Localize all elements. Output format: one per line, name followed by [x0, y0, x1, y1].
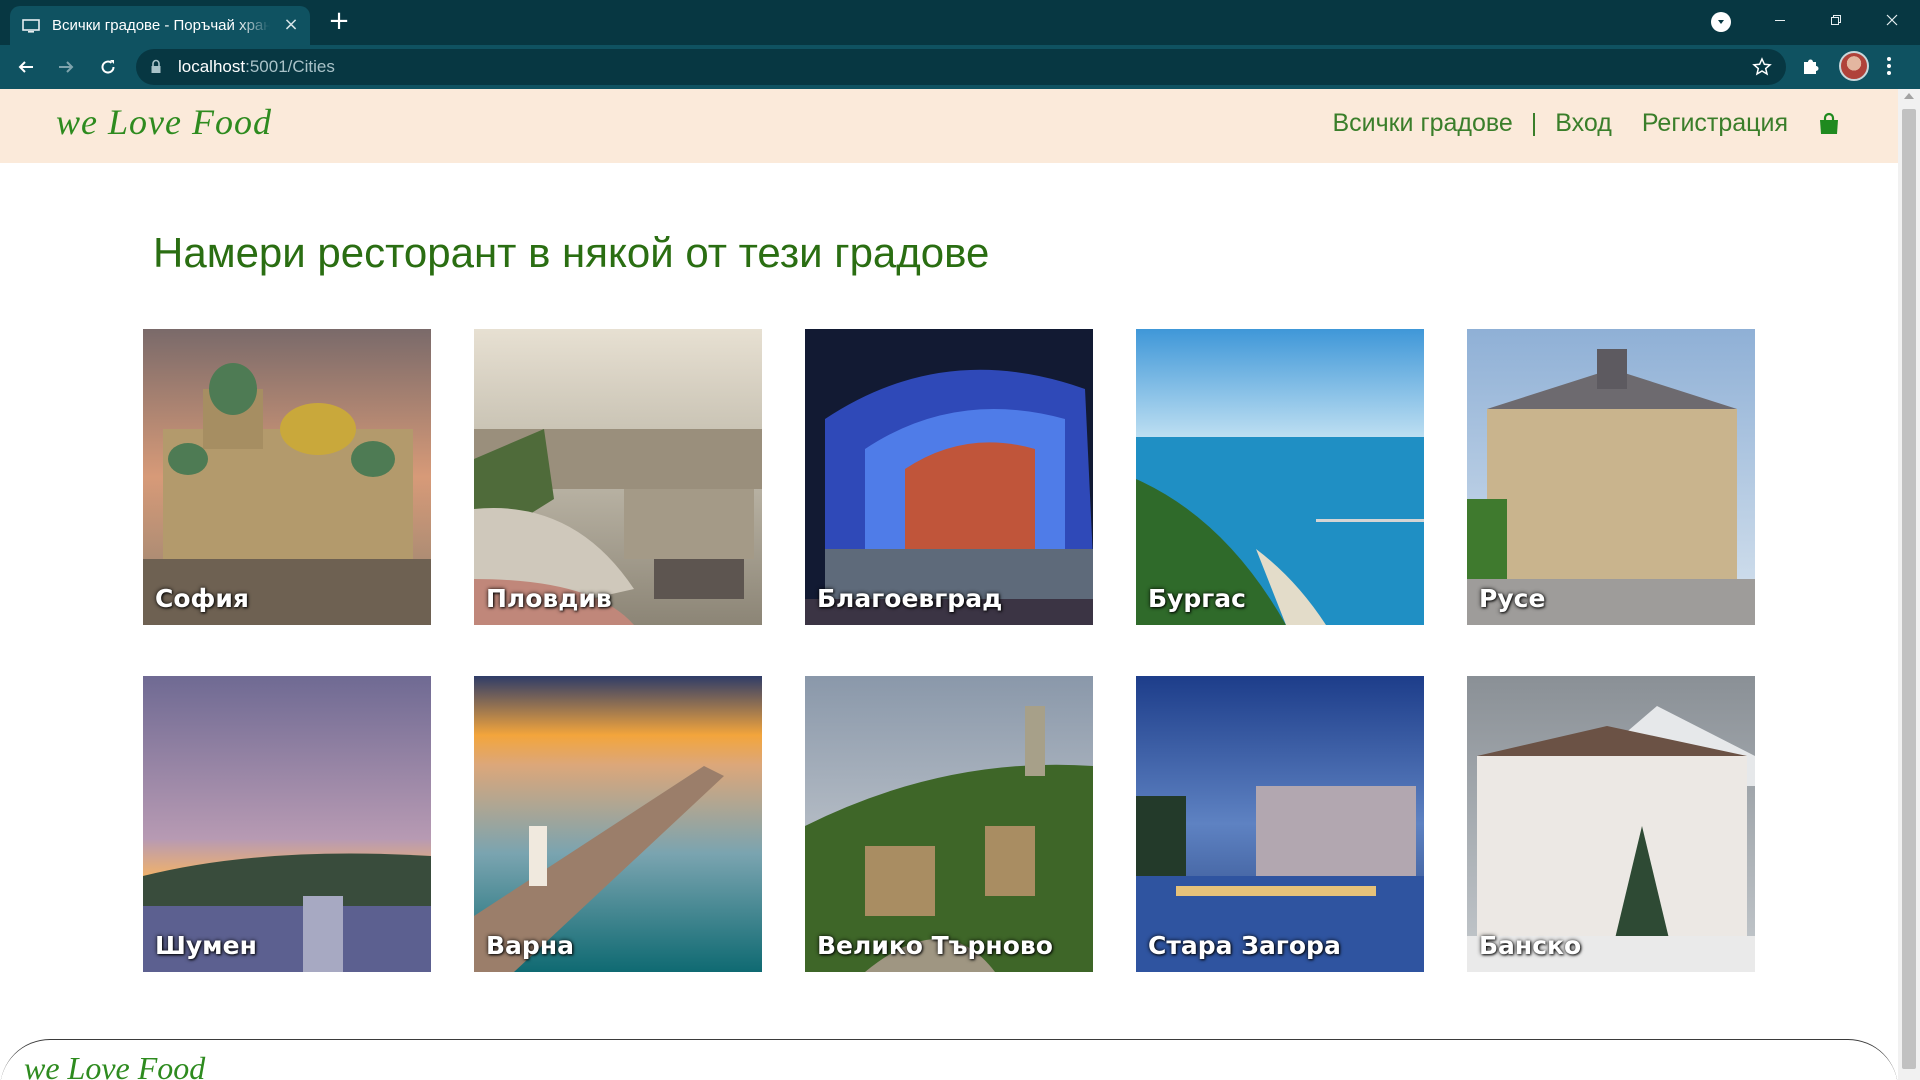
city-name: Благоевград	[817, 584, 1003, 613]
kebab-menu-icon[interactable]	[1886, 55, 1892, 77]
url-text: localhost:5001/Cities	[178, 57, 335, 77]
city-name: Стара Загора	[1148, 931, 1341, 960]
browser-tabstrip: Всички градове - Поръчай храна × +	[0, 0, 1920, 45]
profile-avatar[interactable]	[1839, 51, 1869, 81]
scroll-up-arrow-icon[interactable]	[1904, 93, 1914, 99]
city-card-veliko-tarnovo[interactable]: Велико Търново	[805, 676, 1093, 972]
footer-brand-logo[interactable]: we Love Food	[24, 1050, 205, 1080]
city-image-veliko-tarnovo	[805, 676, 1093, 972]
tab-close-icon[interactable]: ×	[282, 16, 300, 34]
url-host: localhost	[178, 57, 246, 76]
city-card-shumen[interactable]: Шумен	[143, 676, 431, 972]
city-card-plovdiv[interactable]: Пловдив	[474, 329, 762, 625]
scroll-thumb[interactable]	[1902, 109, 1916, 1069]
brand-logo[interactable]: we Love Food	[56, 101, 272, 143]
city-card-bansko[interactable]: Банско	[1467, 676, 1755, 972]
city-card-blagoevgrad[interactable]: Благоевград	[805, 329, 1093, 625]
reload-icon[interactable]	[94, 53, 122, 81]
city-image-blagoevgrad	[805, 329, 1093, 625]
city-image-ruse	[1467, 329, 1755, 625]
tab-title: Всички градове - Поръчай храна	[52, 17, 270, 34]
city-image-shumen	[143, 676, 431, 972]
city-grid: София Пловдив Благоевград Бургас Русе Шу…	[143, 329, 1755, 972]
lock-icon[interactable]	[150, 59, 162, 75]
monitor-icon	[22, 18, 40, 33]
bookmark-star-icon[interactable]	[1752, 57, 1772, 77]
shopping-bag-icon[interactable]	[1818, 112, 1840, 136]
nav-login[interactable]: Вход	[1555, 109, 1612, 138]
main-nav: Всички градове | Вход Регистрация	[1332, 109, 1840, 138]
close-window-icon[interactable]	[1864, 0, 1920, 40]
city-name: Пловдив	[486, 584, 612, 613]
city-name: Бургас	[1148, 584, 1246, 613]
page-viewport: we Love Food Всички градове | Вход Регис…	[0, 89, 1898, 1080]
media-dropdown-icon[interactable]	[1711, 12, 1731, 32]
city-name: Варна	[486, 931, 574, 960]
window-controls	[1752, 0, 1920, 40]
city-card-stara-zagora[interactable]: Стара Загора	[1136, 676, 1424, 972]
city-card-ruse[interactable]: Русе	[1467, 329, 1755, 625]
city-card-varna[interactable]: Варна	[474, 676, 762, 972]
city-card-sofia[interactable]: София	[143, 329, 431, 625]
address-bar[interactable]: localhost:5001/Cities	[136, 49, 1786, 85]
city-card-burgas[interactable]: Бургас	[1136, 329, 1424, 625]
restore-icon[interactable]	[1808, 0, 1864, 40]
extensions-puzzle-icon[interactable]	[1800, 55, 1822, 77]
city-image-sofia	[143, 329, 431, 625]
site-header: we Love Food Всички градове | Вход Регис…	[0, 89, 1898, 163]
city-name: Русе	[1479, 584, 1546, 613]
city-name: Банско	[1479, 931, 1582, 960]
nav-all-cities[interactable]: Всички градове	[1332, 109, 1512, 138]
nav-register[interactable]: Регистрация	[1642, 109, 1788, 138]
page-title: Намери ресторант в някой от тези градове	[153, 229, 990, 276]
browser-toolbar: localhost:5001/Cities	[0, 45, 1920, 89]
city-image-bansko	[1467, 676, 1755, 972]
city-image-burgas	[1136, 329, 1424, 625]
city-image-plovdiv	[474, 329, 762, 625]
city-image-varna	[474, 676, 762, 972]
url-path: :5001/Cities	[245, 57, 335, 76]
page-scrollbar[interactable]	[1898, 89, 1920, 1080]
city-name: Шумен	[155, 931, 257, 960]
minimize-icon[interactable]	[1752, 0, 1808, 40]
city-image-stara-zagora	[1136, 676, 1424, 972]
city-name: София	[155, 584, 249, 613]
forward-arrow-icon[interactable]	[52, 53, 80, 81]
browser-tab-active[interactable]: Всички градове - Поръчай храна ×	[10, 6, 310, 45]
nav-separator: |	[1530, 109, 1538, 137]
site-footer: we Love Food	[0, 1039, 1898, 1080]
city-name: Велико Търново	[817, 931, 1053, 960]
back-arrow-icon[interactable]	[12, 53, 40, 81]
new-tab-button[interactable]: +	[326, 8, 352, 35]
